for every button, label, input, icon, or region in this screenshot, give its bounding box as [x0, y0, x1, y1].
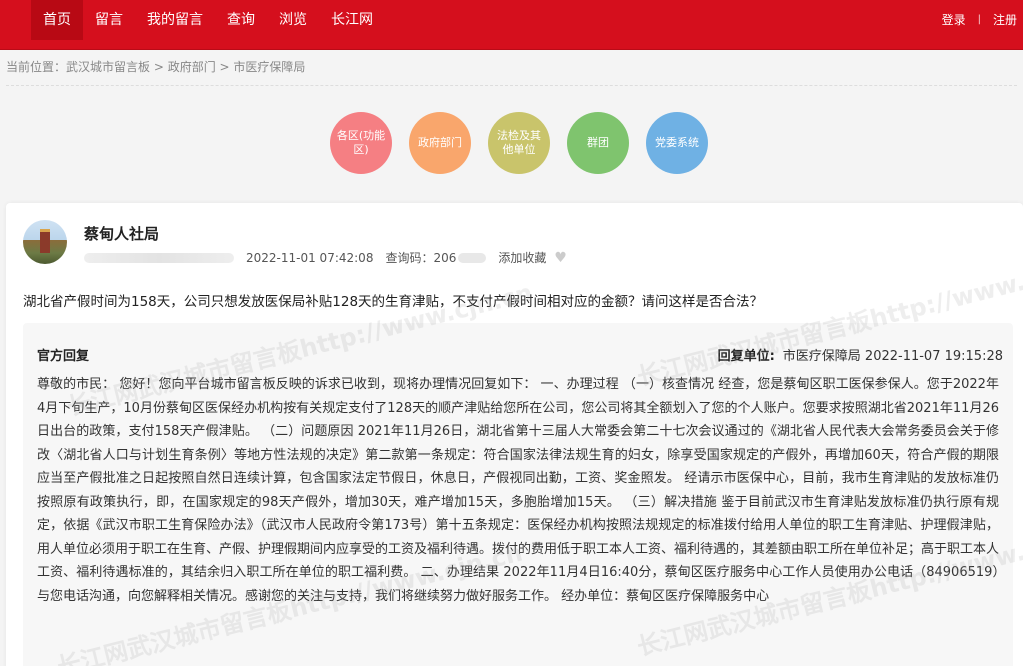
nav-item-cjn[interactable]: 长江网 [319, 0, 385, 40]
breadcrumb-item-gov[interactable]: 政府部门 [168, 60, 216, 74]
nav-item-my-messages[interactable]: 我的留言 [135, 0, 215, 40]
blurred-query-code [458, 252, 487, 263]
main-nav: 首页 留言 我的留言 查询 浏览 长江网 [31, 0, 385, 40]
heart-icon[interactable]: ♥ [554, 250, 567, 266]
category-mass-orgs[interactable]: 群团 [567, 112, 629, 174]
category-districts[interactable]: 各区(功能区) [330, 112, 392, 174]
official-reply: 官方回复 回复单位: 市医疗保障局 2022-11-07 19:15:28 尊敬的… [23, 323, 1013, 666]
post-datetime: 2022-11-01 07:42:08 [246, 250, 374, 265]
nav-item-search[interactable]: 查询 [215, 0, 267, 40]
breadcrumb-divider [6, 85, 1017, 86]
org-name: 蔡甸人社局 [84, 225, 160, 243]
category-courts-others[interactable]: 法检及其他单位 [488, 112, 550, 174]
breadcrumb-item-bureau[interactable]: 市医疗保障局 [233, 60, 305, 74]
query-code-value: 206 [433, 250, 457, 265]
add-favorite-link[interactable]: 添加收藏 [498, 249, 546, 266]
avatar-tower-icon [40, 229, 50, 253]
login-link[interactable]: 登录 [942, 1, 966, 39]
blurred-username [84, 252, 234, 263]
reply-unit-line: 回复单位: 市医疗保障局 2022-11-07 19:15:28 [718, 345, 1003, 364]
category-party[interactable]: 党委系统 [646, 112, 708, 174]
auth-links: 登录 | 注册 [942, 0, 1017, 40]
breadcrumb-sep: > [215, 60, 234, 74]
category-circles: 各区(功能区) 政府部门 法检及其他单位 群团 党委系统 [330, 112, 708, 174]
reply-unit-label: 回复单位: [717, 349, 775, 364]
register-link[interactable]: 注册 [993, 1, 1017, 39]
top-navbar: 首页 留言 我的留言 查询 浏览 长江网 登录 | 注册 [0, 0, 1023, 50]
breadcrumb-prefix: 当前位置： [6, 60, 67, 74]
nav-item-message[interactable]: 留言 [83, 0, 135, 40]
question-text: 湖北省产假时间为158天，公司只想发放医保局补贴128天的生育津贴，不支付产假时… [23, 294, 764, 310]
nav-item-home[interactable]: 首页 [31, 0, 83, 40]
reply-title: 官方回复 [37, 349, 90, 364]
query-code-label: 查询码： [385, 251, 434, 265]
breadcrumb-item-board[interactable]: 武汉城市留言板 [66, 60, 150, 74]
reply-unit: 市医疗保障局 [782, 349, 861, 364]
nav-item-browse[interactable]: 浏览 [267, 0, 319, 40]
avatar [23, 220, 67, 264]
reply-body: 尊敬的市民： 您好！您向平台城市留言板反映的诉求已收到，现将办理情况回复如下： … [37, 377, 1000, 604]
reply-datetime: 2022-11-07 19:15:28 [864, 349, 1003, 364]
breadcrumb-sep: > [150, 60, 168, 74]
post-meta: 2022-11-01 07:42:08 查询码： 206 添加收藏 ♥ [84, 249, 567, 266]
category-government[interactable]: 政府部门 [409, 112, 471, 174]
breadcrumb: 当前位置：武汉城市留言板 > 政府部门 > 市医疗保障局 [6, 58, 305, 75]
auth-separator: | [977, 14, 981, 25]
post-card: 蔡甸人社局 2022-11-01 07:42:08 查询码： 206 添加收藏 … [6, 203, 1023, 666]
